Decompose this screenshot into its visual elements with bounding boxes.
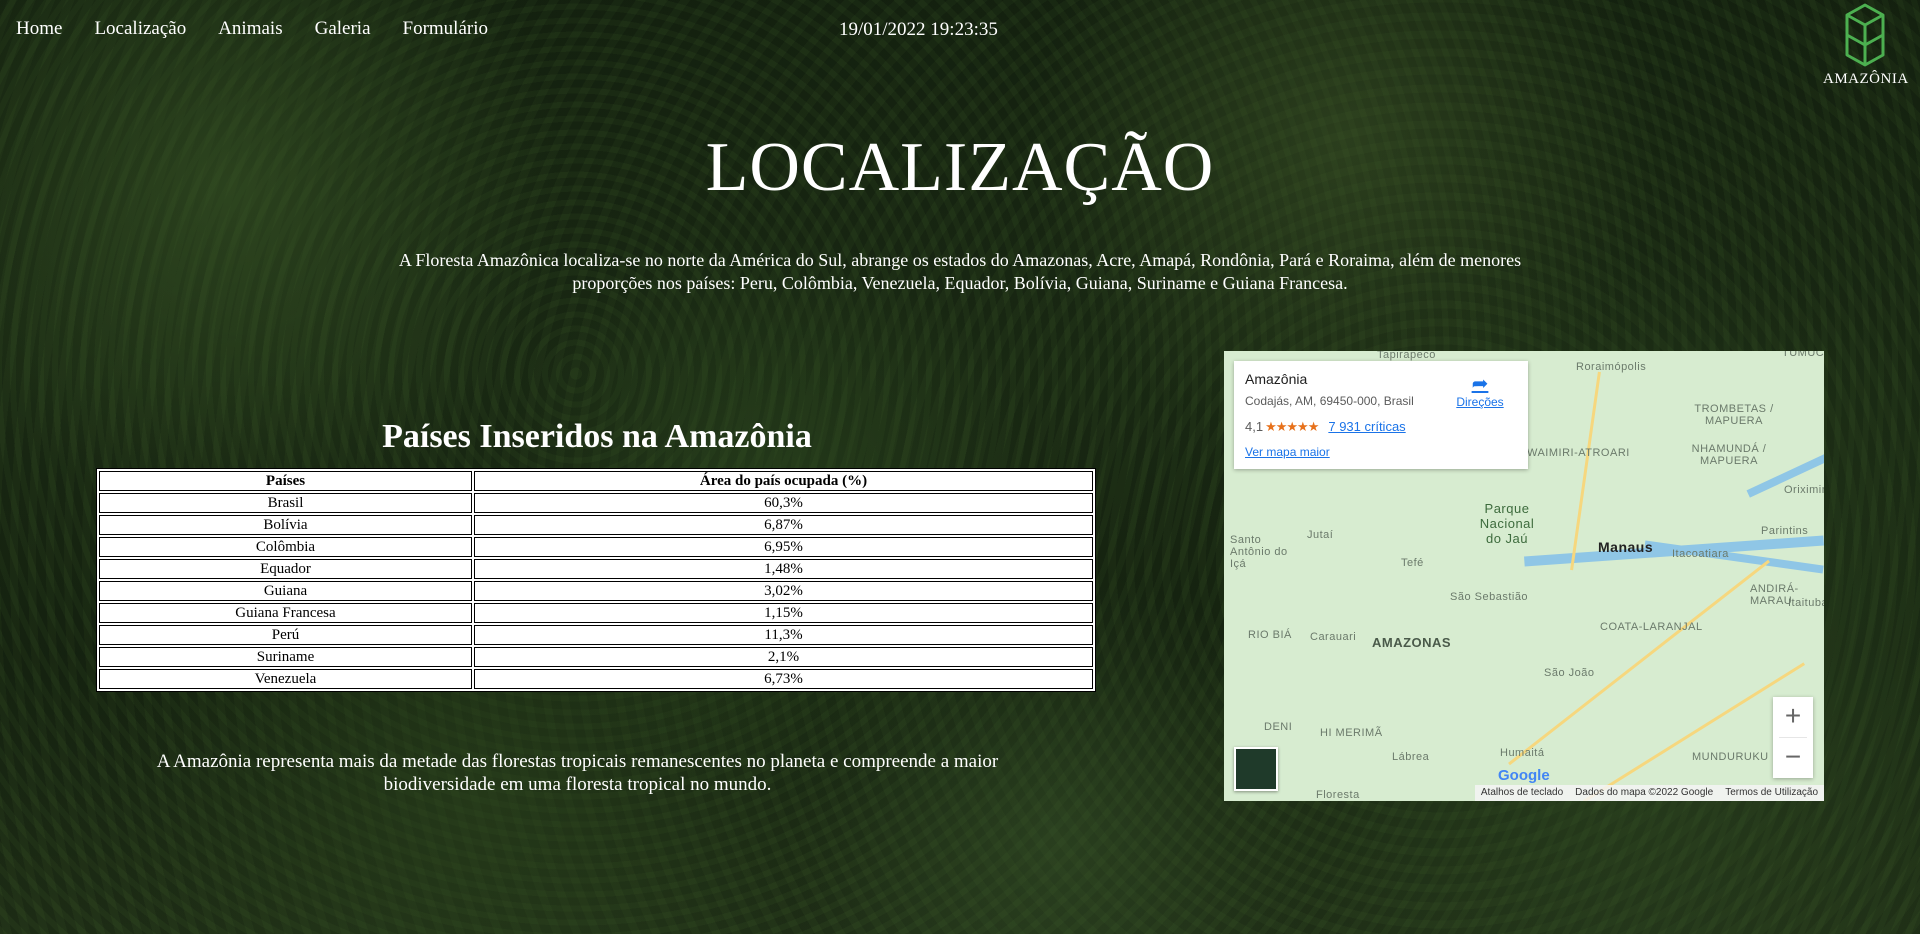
map-label: NHAMUNDÁ / MAPUERA: [1691, 443, 1767, 467]
page-title: LOCALIZAÇÃO: [705, 129, 1215, 206]
table-cell-country: Equador: [99, 559, 472, 579]
reviews-link[interactable]: 7 931 críticas: [1328, 419, 1405, 434]
table-cell-area: 6,87%: [473, 515, 1093, 535]
table-row: Guiana Francesa 1,15%: [99, 603, 1093, 623]
table-cell-area: 3,02%: [473, 581, 1093, 601]
table-cell-country: Guiana: [99, 581, 472, 601]
map-label: MUNDURUKU: [1692, 751, 1769, 763]
clock-datetime: 19/01/2022 19:23:35: [839, 19, 998, 40]
table-cell-area: 6,95%: [473, 537, 1093, 557]
table-cell-area: 1,15%: [473, 603, 1093, 623]
map-label: TUMUC: [1782, 351, 1824, 359]
google-logo: Google: [1498, 767, 1550, 784]
table-row: Guiana 3,02%: [99, 581, 1093, 601]
place-rating: 4,1 ★★★★★ 7 931 críticas: [1245, 419, 1406, 435]
table-cell-area: 11,3%: [473, 625, 1093, 645]
zoom-in-button[interactable]: +: [1773, 697, 1813, 737]
map-label: Oriximiná: [1784, 484, 1824, 496]
site-logo[interactable]: AMAZÔNIA: [1823, 2, 1909, 88]
table-row: Bolívia 6,87%: [99, 515, 1093, 535]
table-cell-country: Colômbia: [99, 537, 472, 557]
road: [1582, 662, 1806, 801]
table-row: Colômbia 6,95%: [99, 537, 1093, 557]
terms-link[interactable]: Termos de Utilização: [1725, 785, 1818, 801]
outro-paragraph: A Amazônia representa mais da metade das…: [156, 751, 999, 795]
place-name: Amazônia: [1245, 371, 1308, 387]
table-cell-country: Venezuela: [99, 669, 472, 689]
table-title: Países Inseridos na Amazônia: [382, 418, 812, 455]
table-cell-area: 2,1%: [473, 647, 1093, 667]
nav-localizacao-link[interactable]: Localização: [94, 18, 186, 40]
star-rating-icon: ★★★★★: [1265, 419, 1319, 434]
map-label: Parque Nacional do Jaú: [1479, 501, 1535, 546]
map-label: Itacoatiara: [1672, 548, 1729, 560]
table-cell-country: Bolívia: [99, 515, 472, 535]
rating-value: 4,1: [1245, 419, 1264, 434]
map-data-attribution: Dados do mapa ©2022 Google: [1575, 787, 1714, 798]
table-row: Brasil 60,3%: [99, 493, 1093, 513]
map-label: Itaituba: [1788, 597, 1824, 609]
map-label-manaus: Manaus: [1598, 539, 1654, 555]
nav-formulario-link[interactable]: Formulário: [403, 18, 489, 40]
map-label: Lábrea: [1392, 751, 1430, 763]
map-label: Tefé: [1401, 557, 1424, 569]
top-navigation: Home Localização Animais Galeria Formulá…: [16, 18, 520, 40]
table-cell-country: Perú: [99, 625, 472, 645]
table-cell-country: Suriname: [99, 647, 472, 667]
directions-button[interactable]: ➦ Direções: [1450, 373, 1510, 409]
nav-home-link[interactable]: Home: [16, 18, 62, 40]
embedded-map[interactable]: Tapirapeco Roraimópolis TUMUC TROMBETAS …: [1224, 351, 1824, 801]
intro-paragraph: A Floresta Amazônica localiza-se no nort…: [398, 250, 1522, 293]
map-label: COATA-LARANJAL: [1600, 621, 1703, 633]
table-row: Suriname 2,1%: [99, 647, 1093, 667]
table-cell-country: Brasil: [99, 493, 472, 513]
map-label: Carauari: [1310, 631, 1357, 643]
map-label: Parintins: [1761, 525, 1809, 537]
map-label: Roraimópolis: [1576, 361, 1647, 373]
nav-animais-link[interactable]: Animais: [218, 18, 282, 40]
map-label: Floresta: [1316, 789, 1360, 801]
google-logo-text: Google: [1498, 767, 1550, 784]
zoom-control: + −: [1773, 697, 1813, 778]
map-label: TROMBETAS / MAPUERA: [1694, 403, 1774, 427]
cube-icon: [1845, 3, 1885, 67]
map-label: São João: [1544, 667, 1595, 679]
map-label: RIO BIÁ: [1248, 629, 1292, 641]
table-header-row: Países Área do país ocupada (%): [99, 471, 1093, 491]
table-cell-area: 1,48%: [473, 559, 1093, 579]
map-label: DENI: [1264, 721, 1293, 733]
satellite-toggle-button[interactable]: [1234, 747, 1278, 791]
map-label: HI MERIMÃ: [1320, 727, 1383, 739]
road: [1508, 559, 1770, 766]
directions-label: Direções: [1456, 395, 1504, 409]
place-info-card: Amazônia Codajás, AM, 69450-000, Brasil …: [1234, 361, 1528, 469]
place-address: Codajás, AM, 69450-000, Brasil: [1245, 394, 1414, 408]
table-row: Venezuela 6,73%: [99, 669, 1093, 689]
map-footer: Atalhos de teclado Dados do mapa ©2022 G…: [1474, 785, 1824, 801]
logo-text: AMAZÔNIA: [1823, 71, 1909, 87]
nav-galeria-link[interactable]: Galeria: [315, 18, 371, 40]
zoom-out-button[interactable]: −: [1773, 738, 1813, 778]
keyboard-shortcuts-link[interactable]: Atalhos de teclado: [1481, 785, 1563, 801]
directions-icon: ➦: [1471, 373, 1489, 395]
map-label: Humaitá: [1500, 747, 1545, 759]
map-label: Tapirapeco: [1377, 351, 1436, 361]
map-label: Santo Antônio do Içá: [1230, 534, 1288, 570]
table-header-country: Países: [99, 471, 472, 491]
table-row: Equador 1,48%: [99, 559, 1093, 579]
table-row: Perú 11,3%: [99, 625, 1093, 645]
table-cell-country: Guiana Francesa: [99, 603, 472, 623]
map-label: WAIMIRI-ATROARI: [1527, 447, 1630, 459]
table-cell-area: 6,73%: [473, 669, 1093, 689]
map-label: AMAZONAS: [1372, 635, 1452, 650]
view-larger-map-link[interactable]: Ver mapa maior: [1245, 445, 1330, 459]
road: [1570, 371, 1601, 571]
table-header-area: Área do país ocupada (%): [473, 471, 1093, 491]
countries-table: Países Área do país ocupada (%) Brasil 60…: [96, 468, 1096, 692]
map-label: São Sebastião: [1450, 591, 1529, 603]
map-label: Jutaí: [1307, 529, 1334, 541]
table-cell-area: 60,3%: [473, 493, 1093, 513]
